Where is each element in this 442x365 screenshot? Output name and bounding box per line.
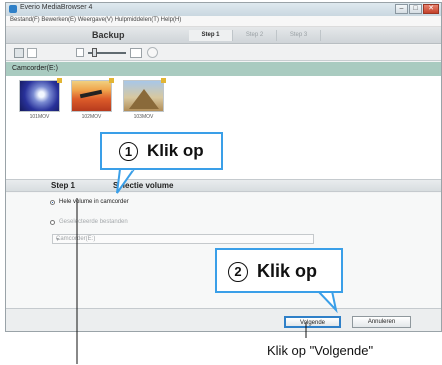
title-bar: Everio MediaBrowser 4 – □ ✕	[6, 3, 441, 16]
option-whole-volume-label[interactable]: Hele volume in camcorder	[59, 199, 129, 205]
plane-icon	[79, 89, 103, 99]
zoom-small-icon[interactable]	[76, 48, 84, 57]
step-number: Step 1	[51, 181, 76, 190]
page-title: Backup	[92, 30, 125, 40]
selected-marker-icon	[57, 78, 62, 83]
step-title: Selectie volume	[113, 181, 174, 190]
volume-select[interactable]: Camcorder(E:) ▾	[52, 234, 314, 244]
source-header: Camcorder(E:)	[6, 62, 441, 76]
window-controls: – □ ✕	[395, 4, 439, 14]
close-icon[interactable]: ✕	[423, 4, 439, 14]
thumbnail-grid-icon[interactable]	[14, 48, 24, 58]
maximize-icon[interactable]: □	[409, 4, 422, 14]
bottom-bar: Volgende Annuleren	[6, 308, 441, 331]
backup-header: Backup Step 1 Step 2 Step 3	[6, 27, 441, 44]
cancel-button[interactable]: Annuleren	[352, 316, 411, 328]
zoom-large-icon[interactable]	[130, 48, 142, 58]
instruction-caption: Klik op "Volgende"	[267, 343, 374, 358]
step-tab-1: Step 1	[189, 30, 233, 41]
callout-1-text: Klik op	[147, 141, 204, 160]
window-title: Everio MediaBrowser 4	[20, 4, 93, 11]
pyramid-thumbnail[interactable]	[123, 80, 164, 112]
thumbnail-caption: 101MOV	[29, 114, 50, 120]
plane-thumbnail[interactable]	[71, 80, 112, 112]
callout-1: 1 Klik op	[100, 132, 223, 170]
callout-2-text: Klik op	[257, 261, 318, 281]
radio-selected-files[interactable]	[50, 220, 55, 225]
source-label: Camcorder(E:)	[12, 65, 58, 72]
step-bar: Step 1 Selectie volume	[6, 179, 441, 192]
app-icon	[9, 5, 17, 13]
chevron-down-icon: ▾	[56, 237, 60, 243]
list-view-icon[interactable]	[27, 48, 37, 58]
step-tabs: Step 1 Step 2 Step 3	[189, 30, 321, 41]
callout-2: 2 Klik op	[215, 248, 343, 293]
view-toolbar	[6, 45, 441, 61]
option-selected-files-label[interactable]: Geselecteerde bestanden	[59, 219, 128, 225]
next-button[interactable]: Volgende	[284, 316, 341, 328]
thumbnail-item[interactable]: 102MOV	[71, 78, 114, 120]
selected-marker-icon	[109, 78, 114, 83]
step-tab-2: Step 2	[233, 30, 277, 41]
callout-2-number: 2	[228, 262, 248, 282]
pyramid-icon	[129, 89, 159, 109]
disc-icon[interactable]	[147, 47, 158, 58]
thumbnail-item[interactable]: 101MOV	[19, 78, 62, 120]
menu-bar: Bestand(F) Bewerken(E) Weergave(V) Hulpm…	[6, 16, 441, 27]
menu-items[interactable]: Bestand(F) Bewerken(E) Weergave(V) Hulpm…	[10, 17, 181, 23]
step-tab-3: Step 3	[277, 30, 321, 41]
thumbnail-area: 101MOV 102MOV 103MOV	[6, 76, 441, 179]
callout-1-number: 1	[119, 142, 138, 161]
zoom-slider-handle[interactable]	[92, 48, 97, 57]
thumbnail-caption: 102MOV	[81, 114, 102, 120]
video-thumbnail[interactable]	[19, 80, 60, 112]
thumbnail-item[interactable]: 103MOV	[123, 78, 166, 120]
selected-marker-icon	[161, 78, 166, 83]
minimize-icon[interactable]: –	[395, 4, 408, 14]
radio-whole-volume[interactable]	[50, 200, 55, 205]
thumbnail-caption: 103MOV	[133, 114, 154, 120]
